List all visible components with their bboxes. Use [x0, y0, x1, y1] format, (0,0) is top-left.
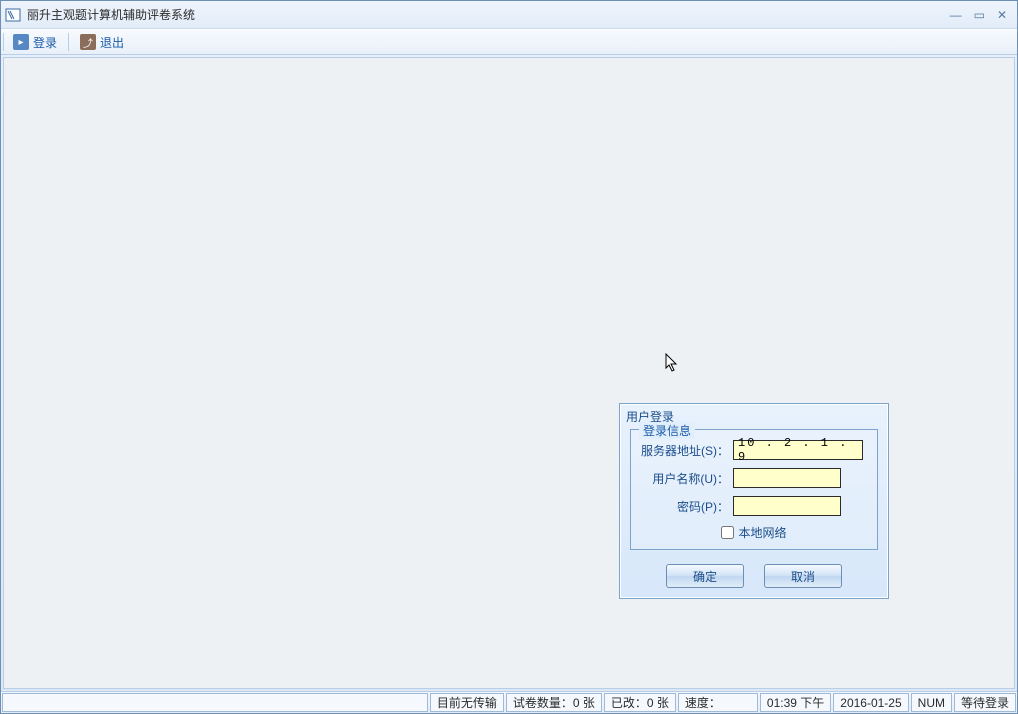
fieldset-legend: 登录信息: [639, 422, 695, 439]
status-modified: 已改：0 张: [604, 693, 676, 712]
toolbar: ▸ 登录 ⤴ 退出: [1, 29, 1017, 55]
server-address-input[interactable]: 10 . 2 . 1 . 9: [733, 440, 863, 460]
username-input[interactable]: [733, 468, 841, 488]
title-bar[interactable]: 丽升主观题计算机辅助评卷系统 — ▭ ✕: [1, 1, 1017, 29]
close-button[interactable]: ✕: [997, 8, 1007, 22]
login-button[interactable]: ▸ 登录: [6, 31, 64, 53]
cancel-button[interactable]: 取消: [764, 564, 842, 588]
window-controls: — ▭ ✕: [950, 8, 1013, 22]
server-label: 服务器地址(S)：: [641, 442, 733, 459]
status-date: 2016-01-25: [833, 693, 908, 712]
login-dialog: 用户登录 登录信息 服务器地址(S)： 10 . 2 . 1 . 9 用户名称(…: [619, 403, 889, 599]
login-button-label: 登录: [33, 34, 57, 51]
status-time: 01:39 下午: [760, 693, 831, 712]
local-network-label: 本地网络: [738, 524, 786, 541]
status-spacer: [2, 693, 428, 712]
minimize-button[interactable]: —: [950, 8, 962, 22]
maximize-button[interactable]: ▭: [974, 8, 985, 22]
password-row: 密码(P)：: [641, 496, 867, 516]
local-network-checkbox[interactable]: [721, 526, 734, 539]
toolbar-separator: [68, 33, 69, 51]
password-label: 密码(P)：: [641, 498, 733, 515]
ok-button[interactable]: 确定: [666, 564, 744, 588]
status-transfer: 目前无传输: [430, 693, 504, 712]
status-paper-count: 试卷数量：0 张: [506, 693, 602, 712]
status-speed: 速度：: [678, 693, 758, 712]
login-fieldset: 登录信息 服务器地址(S)： 10 . 2 . 1 . 9 用户名称(U)： 密…: [630, 429, 878, 550]
cursor-icon: [665, 353, 679, 373]
dialog-buttons: 确定 取消: [620, 556, 888, 598]
status-wait: 等待登录: [954, 693, 1016, 712]
app-icon: [5, 7, 21, 23]
app-window: 丽升主观题计算机辅助评卷系统 — ▭ ✕ ▸ 登录 ⤴ 退出 用户登录 登录信息: [0, 0, 1018, 714]
exit-icon: ⤴: [80, 34, 96, 50]
client-area: 用户登录 登录信息 服务器地址(S)： 10 . 2 . 1 . 9 用户名称(…: [3, 57, 1015, 689]
window-title: 丽升主观题计算机辅助评卷系统: [27, 6, 950, 23]
local-network-row: 本地网络: [641, 524, 867, 541]
username-label: 用户名称(U)：: [641, 470, 733, 487]
password-input[interactable]: [733, 496, 841, 516]
exit-button[interactable]: ⤴ 退出: [73, 31, 131, 53]
exit-button-label: 退出: [100, 34, 124, 51]
server-row: 服务器地址(S)： 10 . 2 . 1 . 9: [641, 440, 867, 460]
status-numlock: NUM: [911, 693, 952, 712]
login-icon: ▸: [13, 34, 29, 50]
status-bar: 目前无传输 试卷数量：0 张 已改：0 张 速度： 01:39 下午 2016-…: [1, 691, 1017, 713]
username-row: 用户名称(U)：: [641, 468, 867, 488]
server-address-value: 10 . 2 . 1 . 9: [738, 436, 858, 464]
